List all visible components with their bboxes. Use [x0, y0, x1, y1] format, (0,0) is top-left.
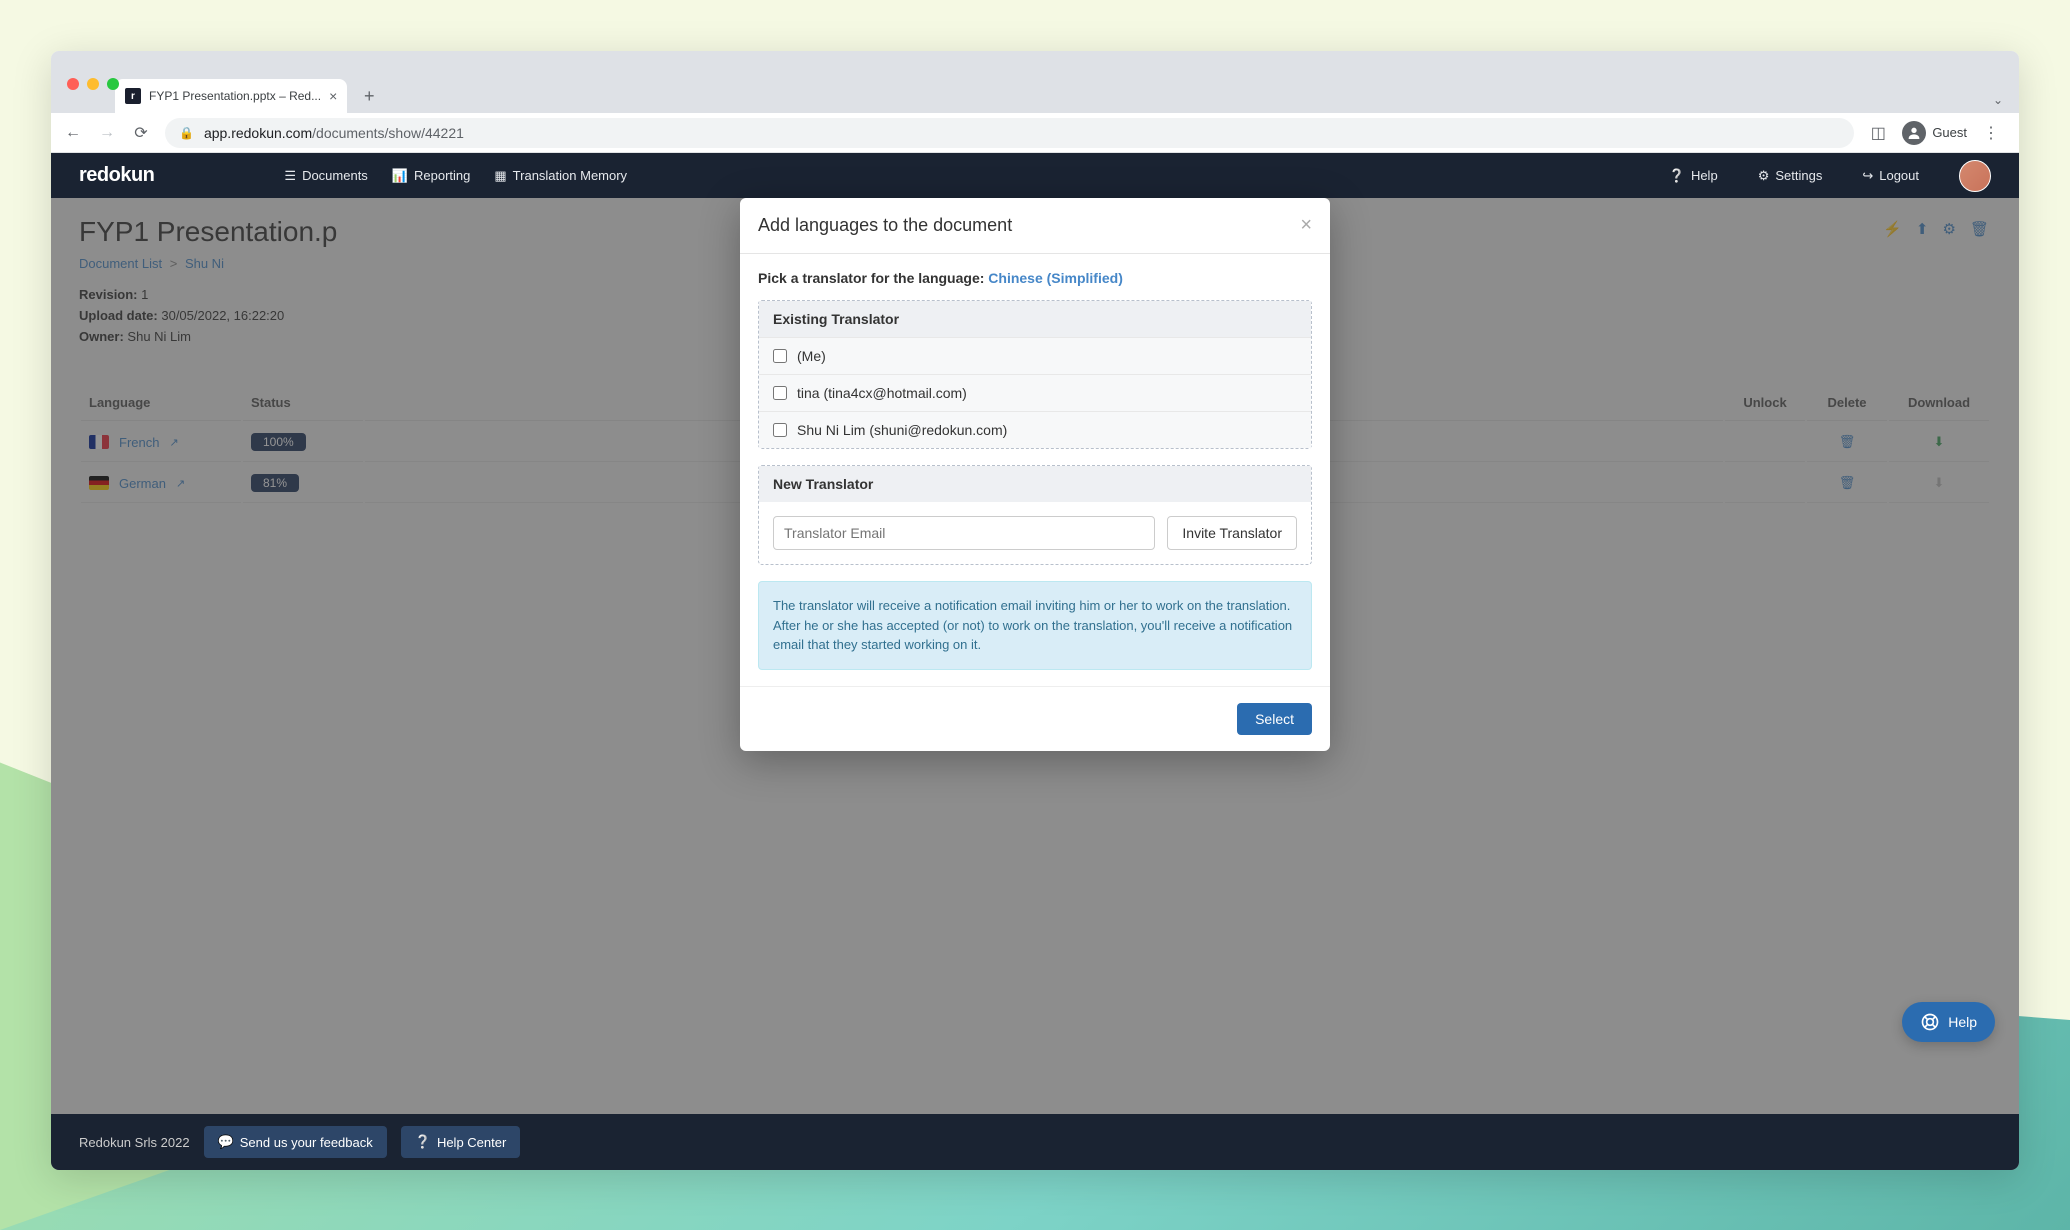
app-shell: redokun ☰Documents 📊Reporting ▦Translati…	[51, 153, 2019, 1170]
url-domain: app.redokun.com	[204, 125, 312, 141]
help-icon: ❔	[1669, 168, 1685, 184]
new-tab-button[interactable]: +	[355, 82, 383, 110]
app-content: ⚡ ⬆ ⚙ 🗑 FYP1 Presentation.p Document Lis…	[51, 198, 2019, 1114]
tab-close-icon[interactable]: ×	[329, 88, 337, 104]
profile-badge[interactable]: Guest	[1902, 121, 1967, 145]
translator-checkbox[interactable]	[773, 349, 787, 363]
guest-avatar-icon	[1902, 121, 1926, 145]
translator-label: tina (tina4cx@hotmail.com)	[797, 385, 967, 401]
window-minimize-dot[interactable]	[87, 78, 99, 90]
guest-label: Guest	[1932, 125, 1967, 140]
browser-window: r FYP1 Presentation.pptx – Red... × + ⌄ …	[51, 51, 2019, 1170]
reporting-icon: 📊	[392, 168, 408, 184]
reload-icon[interactable]: ⟳	[131, 123, 151, 143]
tm-icon: ▦	[494, 168, 506, 184]
existing-header: Existing Translator	[759, 301, 1311, 337]
modal-title: Add languages to the document	[758, 215, 1012, 236]
nav-documents[interactable]: ☰Documents	[284, 168, 367, 184]
translator-email-input[interactable]	[773, 516, 1155, 550]
browser-tab-active[interactable]: r FYP1 Presentation.pptx – Red... ×	[115, 79, 347, 113]
select-button[interactable]: Select	[1237, 703, 1312, 735]
existing-translators-box: Existing Translator (Me) tina (tina4cx@h…	[758, 300, 1312, 449]
target-language-link[interactable]: Chinese (Simplified)	[988, 270, 1123, 286]
back-icon[interactable]: ←	[63, 124, 83, 142]
extensions-icon[interactable]: ◫	[1868, 123, 1888, 143]
window-maximize-dot[interactable]	[107, 78, 119, 90]
help-icon: ❔	[415, 1134, 431, 1150]
picker-label: Pick a translator for the language: Chin…	[758, 270, 1312, 286]
new-translator-box: New Translator Invite Translator	[758, 465, 1312, 565]
tab-favicon: r	[125, 88, 141, 104]
translator-checkbox[interactable]	[773, 423, 787, 437]
help-widget[interactable]: Help	[1902, 1002, 1995, 1042]
nav-logout[interactable]: ↪Logout	[1862, 168, 1919, 184]
url-path: /documents/show/44221	[312, 125, 464, 141]
user-avatar[interactable]	[1959, 160, 1991, 192]
translator-option[interactable]: tina (tina4cx@hotmail.com)	[759, 374, 1311, 411]
invite-translator-button[interactable]: Invite Translator	[1167, 516, 1297, 550]
browser-tabs: r FYP1 Presentation.pptx – Red... × + ⌄	[51, 75, 2019, 113]
chat-icon: 💬	[218, 1134, 234, 1150]
translator-checkbox[interactable]	[773, 386, 787, 400]
browser-topbar	[51, 51, 2019, 75]
app-footer: Redokun Srls 2022 💬Send us your feedback…	[51, 1114, 2019, 1170]
tabs-dropdown-icon[interactable]: ⌄	[1993, 93, 2003, 107]
lock-icon: 🔒	[179, 126, 194, 140]
add-languages-modal: Add languages to the document × Pick a t…	[740, 198, 1330, 751]
browser-address-bar: ← → ⟳ 🔒 app.redokun.com/documents/show/4…	[51, 113, 2019, 153]
feedback-button[interactable]: 💬Send us your feedback	[204, 1126, 387, 1158]
help-widget-label: Help	[1948, 1014, 1977, 1030]
app-header: redokun ☰Documents 📊Reporting ▦Translati…	[51, 153, 2019, 198]
menu-icon[interactable]: ⋮	[1981, 123, 2001, 143]
gear-icon: ⚙	[1758, 168, 1770, 184]
nav-settings[interactable]: ⚙Settings	[1758, 168, 1823, 184]
nav-reporting[interactable]: 📊Reporting	[392, 168, 471, 184]
new-header: New Translator	[759, 466, 1311, 502]
brand-logo[interactable]: redokun	[79, 164, 154, 187]
help-center-button[interactable]: ❔Help Center	[401, 1126, 521, 1158]
lifebuoy-icon	[1920, 1012, 1940, 1032]
forward-icon[interactable]: →	[97, 124, 117, 142]
documents-icon: ☰	[284, 168, 296, 184]
info-notice: The translator will receive a notificati…	[758, 581, 1312, 670]
nav-help[interactable]: ❔Help	[1669, 168, 1718, 184]
translator-label: Shu Ni Lim (shuni@redokun.com)	[797, 422, 1007, 438]
logout-icon: ↪	[1862, 168, 1873, 184]
url-input[interactable]: 🔒 app.redokun.com/documents/show/44221	[165, 118, 1854, 148]
modal-close-icon[interactable]: ×	[1300, 214, 1312, 237]
translator-label: (Me)	[797, 348, 826, 364]
translator-option[interactable]: (Me)	[759, 337, 1311, 374]
translator-option[interactable]: Shu Ni Lim (shuni@redokun.com)	[759, 411, 1311, 448]
nav-tm[interactable]: ▦Translation Memory	[494, 168, 627, 184]
tab-title: FYP1 Presentation.pptx – Red...	[149, 89, 321, 103]
window-controls	[67, 78, 119, 90]
window-close-dot[interactable]	[67, 78, 79, 90]
copyright-text: Redokun Srls 2022	[79, 1135, 190, 1150]
